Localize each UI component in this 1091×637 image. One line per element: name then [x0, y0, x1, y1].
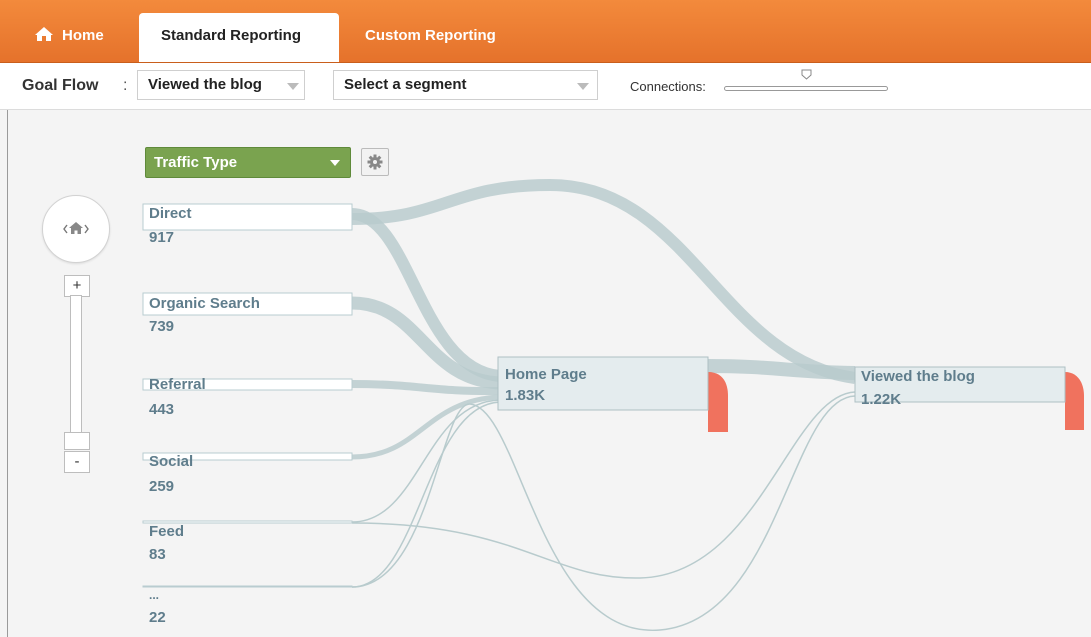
title-colon: :: [123, 77, 128, 94]
tab-home[interactable]: Home: [12, 13, 126, 62]
tab-custom-reporting-label: Custom Reporting: [365, 27, 496, 44]
top-navigation-bar: Home Standard Reporting Custom Reporting: [0, 0, 1091, 63]
chevron-down-icon: [330, 160, 340, 166]
goal-select-value: Viewed the blog: [148, 76, 262, 93]
home-page-dropoff[interactable]: [708, 372, 728, 432]
node-value-home-page: 1.83K: [505, 387, 546, 404]
node-label-organic-search: Organic Search: [149, 295, 260, 312]
node-label-other: ...: [149, 588, 160, 602]
chevron-down-icon: [577, 83, 589, 90]
zoom-slider[interactable]: [70, 295, 82, 435]
home-icon[interactable]: [69, 222, 83, 234]
gear-icon: [367, 154, 383, 170]
segment-select-value: Select a segment: [344, 76, 467, 93]
chevron-down-icon: [287, 83, 299, 90]
flow-other-to-blog: [351, 395, 856, 631]
connections-slider[interactable]: [724, 86, 888, 91]
connections-label: Connections:: [630, 79, 706, 94]
tab-home-label: Home: [62, 27, 104, 44]
page-title: Goal Flow: [22, 77, 99, 94]
flow-other-to-home: [351, 401, 501, 588]
tab-standard-reporting[interactable]: Standard Reporting: [139, 13, 339, 62]
node-value-organic-search: 739: [149, 318, 175, 335]
node-value-referral: 443: [149, 401, 175, 418]
goal-flow-toolbar: Goal Flow : Viewed the blog Select a seg…: [0, 63, 1091, 110]
dimension-select[interactable]: Traffic Type: [145, 147, 351, 178]
node-label-viewed-the-blog: Viewed the blog: [861, 368, 975, 385]
tab-custom-reporting[interactable]: Custom Reporting: [343, 13, 518, 62]
dimension-select-value: Traffic Type: [154, 154, 238, 171]
connections-slider-thumb[interactable]: [801, 69, 812, 80]
tab-standard-reporting-label: Standard Reporting: [161, 27, 302, 44]
settings-button[interactable]: [361, 148, 389, 176]
node-value-feed: 83: [149, 546, 166, 563]
home-icon: [34, 15, 54, 61]
goal-select[interactable]: Viewed the blog: [137, 70, 305, 100]
node-value-social: 259: [149, 478, 175, 495]
node-value-other: 22: [149, 609, 166, 626]
node-bar-other[interactable]: [142, 585, 353, 588]
node-label-referral: Referral: [149, 376, 206, 393]
node-label-social: Social: [149, 453, 194, 470]
pan-control[interactable]: [42, 195, 110, 263]
zoom-in-button[interactable]: +: [64, 275, 90, 297]
node-value-viewed-the-blog: 1.22K: [861, 391, 902, 408]
viewed-blog-dropoff[interactable]: [1065, 372, 1084, 430]
chevron-right-icon[interactable]: [84, 224, 89, 234]
flow-home-to-blog: [707, 359, 856, 380]
zoom-slider-handle[interactable]: [64, 432, 90, 450]
node-label-direct: Direct: [149, 205, 192, 222]
node-value-direct: 917: [149, 229, 175, 246]
chevron-left-icon[interactable]: [63, 224, 68, 234]
segment-select[interactable]: Select a segment: [333, 70, 598, 100]
node-label-home-page: Home Page: [505, 366, 587, 383]
node-label-feed: Feed: [149, 523, 185, 540]
pan-control-glyphs: [63, 222, 89, 234]
zoom-out-button[interactable]: -: [64, 451, 90, 473]
